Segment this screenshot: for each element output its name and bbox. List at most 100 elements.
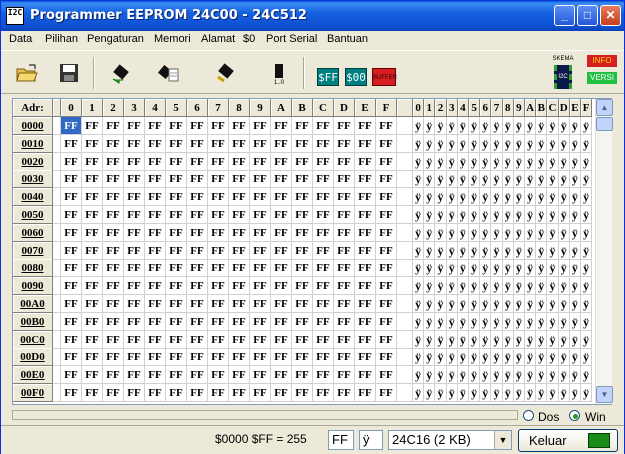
ascii-char-cell[interactable]: ÿ xyxy=(446,330,458,349)
hex-byte-cell[interactable]: FF xyxy=(376,330,397,349)
ascii-char-cell[interactable]: ÿ xyxy=(581,277,593,296)
hex-byte-cell[interactable]: FF xyxy=(187,152,208,171)
hex-byte-cell[interactable]: FF xyxy=(187,117,208,135)
write-chip-icon[interactable] xyxy=(214,61,238,85)
hex-byte-cell[interactable]: FF xyxy=(334,259,355,278)
hex-byte-cell[interactable]: FF xyxy=(313,259,334,278)
ascii-char-cell[interactable]: ÿ xyxy=(424,170,436,189)
chip-type-select[interactable]: 24C16 (2 KB) ▼ xyxy=(388,430,512,450)
ascii-char-cell[interactable]: ÿ xyxy=(469,295,481,313)
ascii-char-cell[interactable]: ÿ xyxy=(581,348,593,367)
ascii-char-cell[interactable]: ÿ xyxy=(547,188,559,207)
ascii-char-cell[interactable]: ÿ xyxy=(513,330,525,349)
ascii-char-cell[interactable]: ÿ xyxy=(457,241,469,260)
hex-byte-cell[interactable]: FF xyxy=(271,330,292,349)
erase-chip-icon[interactable]: 1..0 xyxy=(267,61,291,85)
ascii-char-cell[interactable]: ÿ xyxy=(569,295,581,313)
ascii-char-cell[interactable]: ÿ xyxy=(480,277,492,296)
ascii-char-cell[interactable]: ÿ xyxy=(413,188,425,207)
ascii-char-cell[interactable]: ÿ xyxy=(424,312,436,331)
hex-byte-cell[interactable]: FF xyxy=(271,152,292,171)
hex-byte-cell[interactable]: FF xyxy=(82,117,103,135)
hex-byte-cell[interactable]: FF xyxy=(61,188,82,207)
hex-byte-cell[interactable]: FF xyxy=(271,259,292,278)
ascii-char-cell[interactable]: ÿ xyxy=(491,295,503,313)
hex-byte-cell[interactable]: FF xyxy=(166,117,187,135)
ascii-char-cell[interactable]: ÿ xyxy=(547,348,559,367)
hex-byte-cell[interactable]: FF xyxy=(292,330,313,349)
ascii-char-cell[interactable]: ÿ xyxy=(513,117,525,135)
ascii-char-cell[interactable]: ÿ xyxy=(457,366,469,385)
hex-byte-cell[interactable]: FF xyxy=(334,348,355,367)
ascii-char-cell[interactable]: ÿ xyxy=(569,348,581,367)
ascii-char-cell[interactable]: ÿ xyxy=(513,223,525,242)
ascii-char-cell[interactable]: ÿ xyxy=(502,384,514,402)
hex-byte-cell[interactable]: FF xyxy=(208,277,229,296)
hex-byte-cell[interactable]: FF xyxy=(229,206,250,224)
ascii-char-cell[interactable]: ÿ xyxy=(413,223,425,242)
hex-byte-cell[interactable]: FF xyxy=(208,384,229,402)
ascii-char-cell[interactable]: ÿ xyxy=(502,188,514,207)
ascii-char-cell[interactable]: ÿ xyxy=(491,259,503,278)
scroll-thumb[interactable] xyxy=(596,117,613,131)
hex-byte-cell[interactable]: FF xyxy=(208,223,229,242)
ascii-char-cell[interactable]: ÿ xyxy=(424,152,436,171)
hex-byte-cell[interactable]: FF xyxy=(82,223,103,242)
ascii-char-cell[interactable]: ÿ xyxy=(457,277,469,296)
hex-byte-cell[interactable]: FF xyxy=(376,259,397,278)
hex-byte-cell[interactable]: FF xyxy=(124,330,145,349)
ascii-char-cell[interactable]: ÿ xyxy=(446,312,458,331)
ascii-char-cell[interactable]: ÿ xyxy=(502,170,514,189)
hex-byte-cell[interactable]: FF xyxy=(355,295,376,313)
hex-byte-cell[interactable]: FF xyxy=(313,312,334,331)
ascii-char-cell[interactable]: ÿ xyxy=(435,348,447,367)
hex-byte-cell[interactable]: FF xyxy=(250,206,271,224)
hex-byte-cell[interactable]: FF xyxy=(61,241,82,260)
hex-byte-cell[interactable]: FF xyxy=(229,295,250,313)
hex-byte-cell[interactable]: FF xyxy=(376,277,397,296)
ascii-char-cell[interactable]: ÿ xyxy=(435,223,447,242)
hex-byte-cell[interactable]: FF xyxy=(334,241,355,260)
ascii-char-cell[interactable]: ÿ xyxy=(446,223,458,242)
save-icon[interactable] xyxy=(57,61,81,85)
ascii-char-cell[interactable]: ÿ xyxy=(547,277,559,296)
ascii-char-cell[interactable]: ÿ xyxy=(446,206,458,224)
hex-byte-cell[interactable]: FF xyxy=(124,348,145,367)
ascii-char-cell[interactable]: ÿ xyxy=(469,241,481,260)
menu-address-zero[interactable]: $0 xyxy=(243,33,255,45)
hex-byte-cell[interactable]: FF xyxy=(124,241,145,260)
ascii-char-cell[interactable]: ÿ xyxy=(469,134,481,153)
ascii-char-cell[interactable]: ÿ xyxy=(435,188,447,207)
ascii-char-cell[interactable]: ÿ xyxy=(558,152,570,171)
ascii-char-cell[interactable]: ÿ xyxy=(502,330,514,349)
hex-byte-cell[interactable]: FF xyxy=(187,277,208,296)
ascii-char-cell[interactable]: ÿ xyxy=(525,241,537,260)
hex-byte-cell[interactable]: FF xyxy=(61,134,82,153)
hex-byte-cell[interactable]: FF xyxy=(166,241,187,260)
ascii-char-cell[interactable]: ÿ xyxy=(569,152,581,171)
ascii-char-cell[interactable]: ÿ xyxy=(536,259,548,278)
hex-value-field[interactable]: FF xyxy=(328,430,354,450)
ascii-char-cell[interactable]: ÿ xyxy=(424,206,436,224)
menu-alamat[interactable]: Alamat xyxy=(201,33,235,45)
ascii-char-cell[interactable]: ÿ xyxy=(480,330,492,349)
ascii-char-cell[interactable]: ÿ xyxy=(413,330,425,349)
ascii-char-cell[interactable]: ÿ xyxy=(424,348,436,367)
hex-byte-cell[interactable]: FF xyxy=(229,366,250,385)
hex-byte-cell[interactable]: FF xyxy=(187,223,208,242)
ascii-char-cell[interactable]: ÿ xyxy=(435,330,447,349)
hex-byte-cell[interactable]: FF xyxy=(313,330,334,349)
hex-byte-cell[interactable]: FF xyxy=(145,366,166,385)
hex-byte-cell[interactable]: FF xyxy=(292,152,313,171)
ascii-char-cell[interactable]: ÿ xyxy=(435,134,447,153)
ascii-char-cell[interactable]: ÿ xyxy=(413,384,425,402)
exit-button[interactable]: Keluar xyxy=(518,429,618,452)
ascii-char-cell[interactable]: ÿ xyxy=(569,188,581,207)
hex-byte-cell[interactable]: FF xyxy=(187,348,208,367)
ascii-char-cell[interactable]: ÿ xyxy=(547,117,559,135)
hex-byte-cell[interactable]: FF xyxy=(334,117,355,135)
ascii-char-cell[interactable]: ÿ xyxy=(457,206,469,224)
ascii-char-cell[interactable]: ÿ xyxy=(547,259,559,278)
ascii-char-cell[interactable]: ÿ xyxy=(581,259,593,278)
ascii-char-cell[interactable]: ÿ xyxy=(569,241,581,260)
